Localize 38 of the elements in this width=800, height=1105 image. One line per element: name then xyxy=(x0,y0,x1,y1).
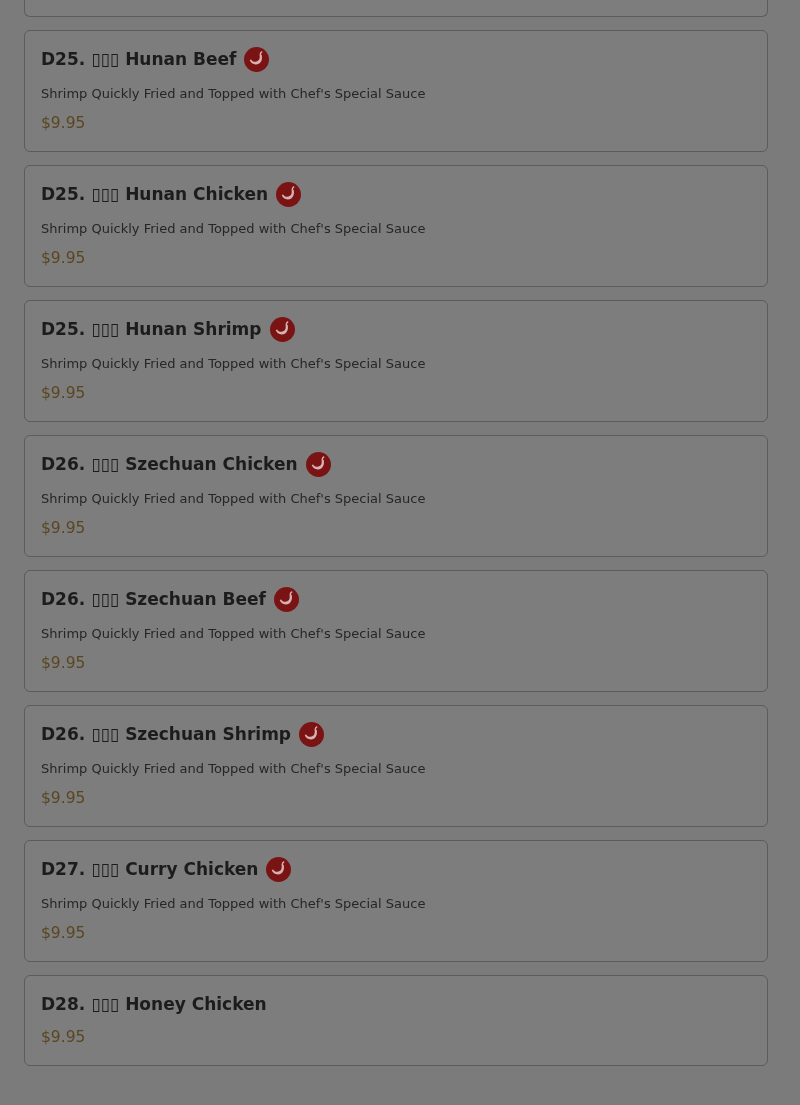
item-price: $9.95 xyxy=(41,383,87,403)
item-price: $9.95 xyxy=(41,923,87,943)
item-name: D25. ▯▯▯ Hunan Shrimp xyxy=(41,319,262,339)
item-name: D25. ▯▯▯ Hunan Chicken xyxy=(41,184,269,204)
item-description: Shrimp Quickly Fried and Topped with Chef's Special Sauce xyxy=(41,490,427,508)
item-name: D26. ▯▯▯ Szechuan Chicken xyxy=(41,454,298,474)
item-name: D25. ▯▯▯ Hunan Beef xyxy=(41,49,237,69)
item-price: $9.95 xyxy=(41,113,87,133)
item-description: Shrimp Quickly Fried and Topped with Chef's Special Sauce xyxy=(41,895,427,913)
item-price: $9.95 xyxy=(41,788,87,808)
item-price: $9.95 xyxy=(41,518,87,538)
chili-pepper-icon xyxy=(244,46,270,72)
item-name: D26. ▯▯▯ Szechuan Beef xyxy=(41,589,266,609)
item-name: D26. ▯▯▯ Szechuan Shrimp xyxy=(41,724,291,744)
menu-item-card[interactable]: D26. ▯▯▯ Szechuan Chicken Shrimp Quickly Fried and Topped with Chef's Special Sauce $9.95 xyxy=(24,435,768,557)
menu-item-card[interactable]: D26. ▯▯▯ Szechuan Beef Shrimp Quickly Fried and Topped with Chef's Special Sauce $9.95 xyxy=(24,570,768,692)
item-price: $9.95 xyxy=(41,1027,87,1047)
item-description: Shrimp Quickly Fried and Topped with Chef's Special Sauce xyxy=(41,355,427,373)
item-description: Shrimp Quickly Fried and Topped with Chef's Special Sauce xyxy=(41,625,427,643)
menu-item-card[interactable]: D25. ▯▯▯ Hunan Beef Shrimp Quickly Fried and Topped with Chef's Special Sauce $9.95 xyxy=(24,30,768,152)
chili-pepper-icon xyxy=(276,181,302,207)
menu-item-card[interactable]: D27. ▯▯▯ Curry Chicken Shrimp Quickly Fried and Topped with Chef's Special Sauce $9.95 xyxy=(24,840,768,962)
menu-item-card[interactable]: D25. ▯▯▯ Hunan Chicken Shrimp Quickly Fried and Topped with Chef's Special Sauce $9.95 xyxy=(24,165,768,287)
item-price: $9.95 xyxy=(41,248,87,268)
item-name: D28. ▯▯▯ Honey Chicken xyxy=(41,994,267,1014)
chili-pepper-icon xyxy=(299,721,324,747)
chili-pepper-icon xyxy=(266,856,292,882)
item-description: Shrimp Quickly Fried and Topped with Chef's Special Sauce xyxy=(41,85,427,103)
menu-item-card[interactable]: D25. ▯▯▯ Hunan Shrimp Shrimp Quickly Fried and Topped with Chef's Special Sauce $9.95 xyxy=(24,300,768,422)
chili-pepper-icon xyxy=(274,586,299,612)
chili-pepper-icon xyxy=(269,316,295,342)
item-description: Shrimp Quickly Fried and Topped with Chef's Special Sauce xyxy=(41,220,427,238)
chili-pepper-icon xyxy=(305,451,331,477)
item-price: $9.95 xyxy=(41,653,87,673)
item-name: D27. ▯▯▯ Curry Chicken xyxy=(41,859,259,879)
item-description: Shrimp Quickly Fried and Topped with Chef's Special Sauce xyxy=(41,760,427,778)
menu-item-card[interactable]: D28. ▯▯▯ Honey Chicken $9.95 xyxy=(24,975,768,1066)
menu-item-card[interactable]: D26. ▯▯▯ Szechuan Shrimp Shrimp Quickly Fried and Topped with Chef's Special Sauce $9.95 xyxy=(24,705,768,827)
